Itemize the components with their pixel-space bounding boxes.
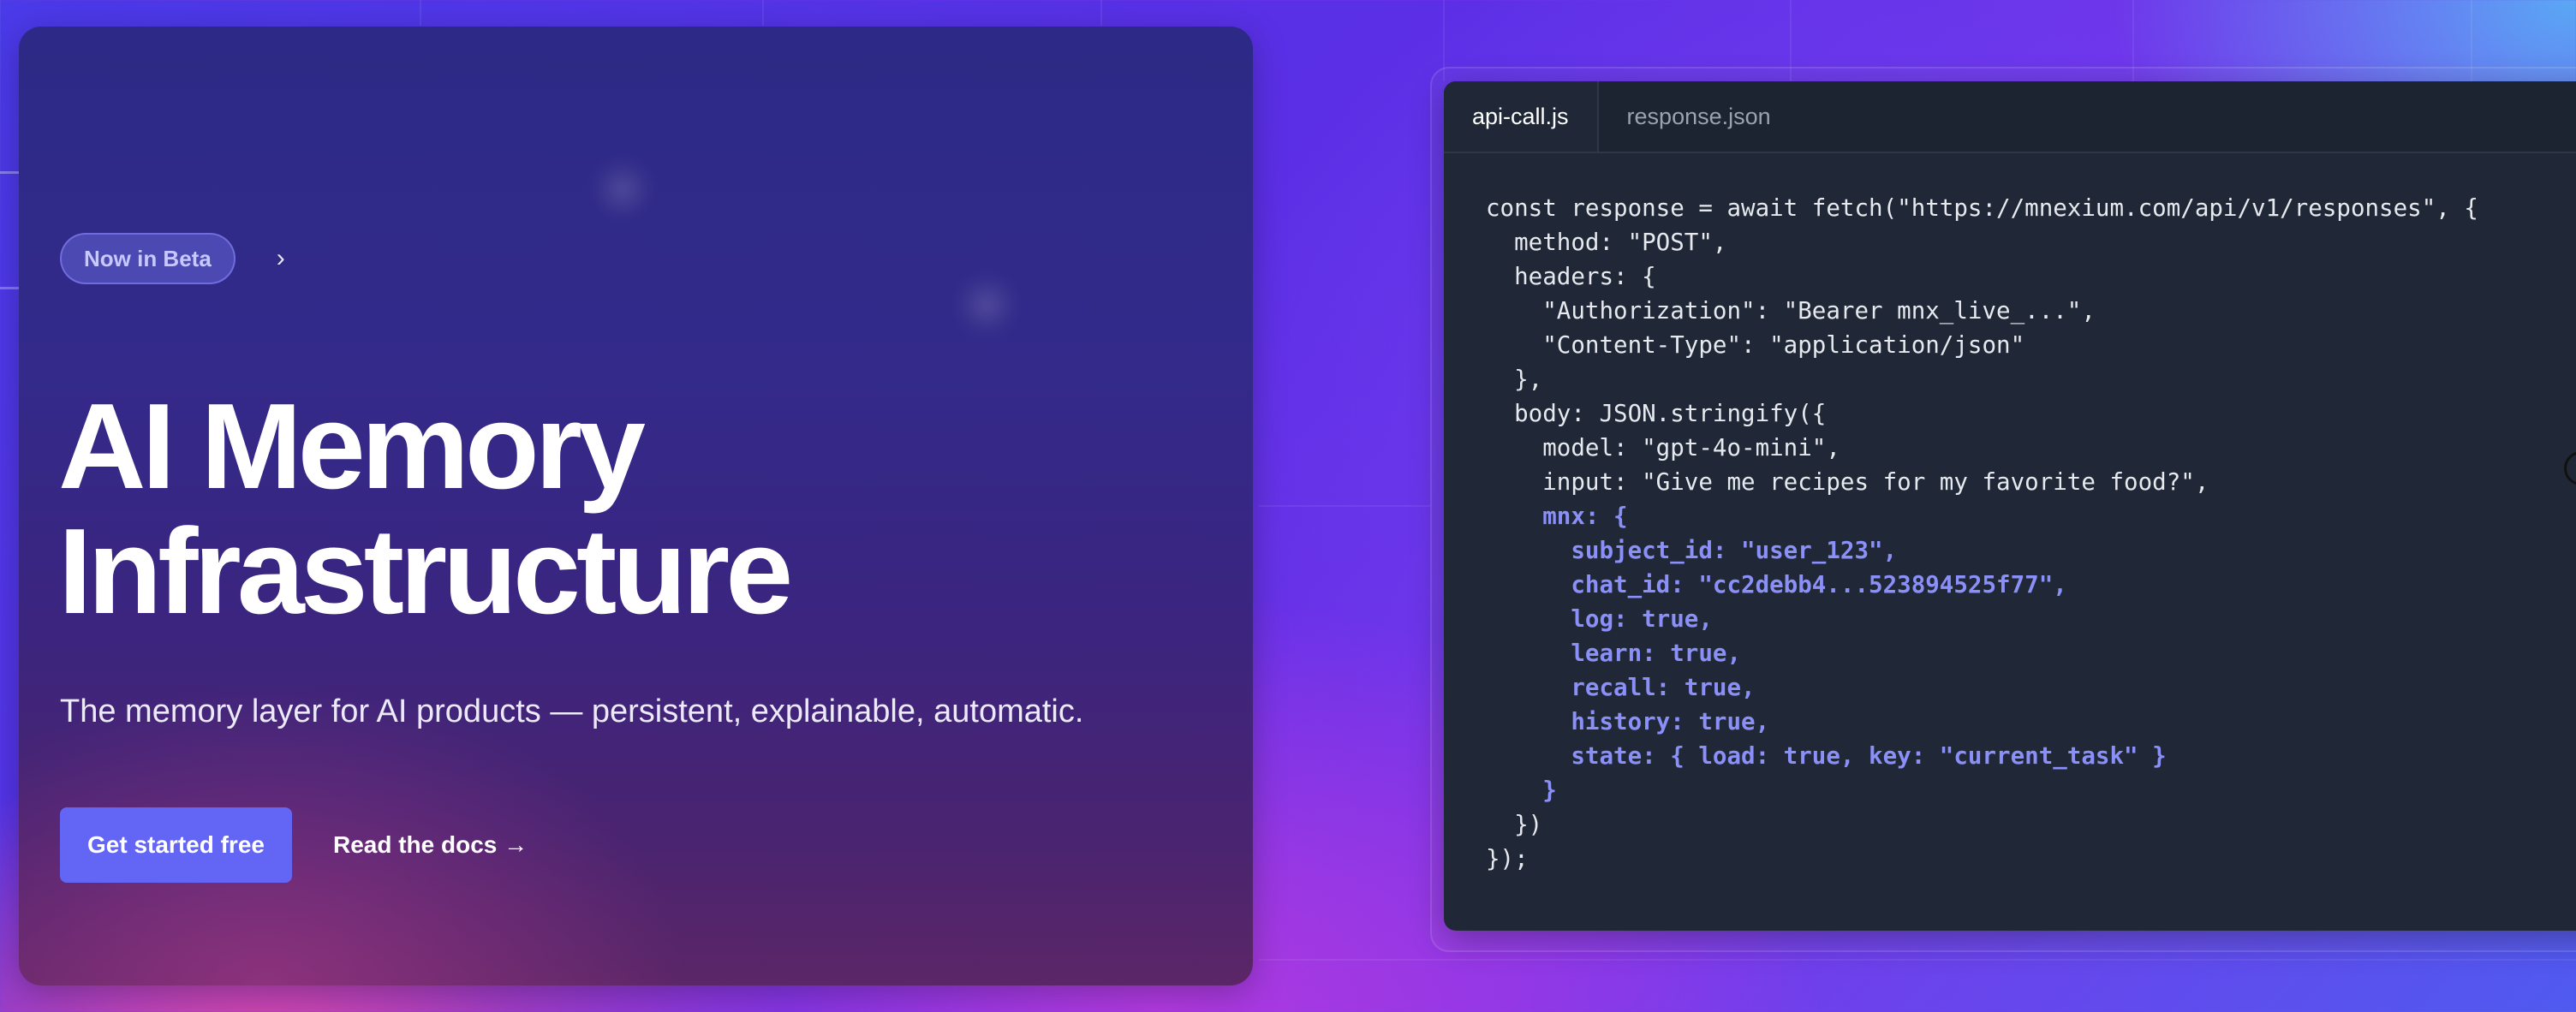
background-grid-line xyxy=(1259,505,1430,507)
hero-subtitle: The memory layer for AI products — persi… xyxy=(60,694,1084,729)
code-line: "Content-Type": "application/json" xyxy=(1486,331,2025,359)
code-line-highlighted: } xyxy=(1486,777,1557,804)
decorative-glow xyxy=(605,172,640,206)
decorative-glow xyxy=(969,288,1004,322)
code-line: }, xyxy=(1486,366,1543,393)
background-grid-line xyxy=(762,0,764,26)
beta-announcement[interactable]: Now in Beta › xyxy=(60,233,285,284)
code-line-highlighted: mnx: { xyxy=(1486,503,1628,530)
code-line-highlighted: state: { load: true, key: "current_task"… xyxy=(1486,742,2167,770)
code-line-highlighted: recall: true, xyxy=(1486,674,1756,701)
background-grid-line xyxy=(420,0,421,26)
headline-line-2: Infrastructure xyxy=(58,503,793,640)
page-title: AI Memory Infrastructure xyxy=(58,378,793,640)
code-line: method: "POST", xyxy=(1486,229,1727,256)
tab-api-call-js[interactable]: api-call.js xyxy=(1444,81,1599,152)
code-line: }) xyxy=(1486,811,1543,838)
code-panel: api-call.js response.json const response… xyxy=(1444,81,2576,931)
background-grid-line xyxy=(0,287,19,289)
code-line: model: "gpt-4o-mini", xyxy=(1486,434,1840,461)
code-line-highlighted: history: true, xyxy=(1486,708,1770,735)
get-started-button[interactable]: Get started free xyxy=(60,807,292,883)
hero-card: Now in Beta › AI Memory Infrastructure T… xyxy=(19,27,1253,985)
code-line: input: "Give me recipes for my favorite … xyxy=(1486,468,2209,496)
read-docs-link[interactable]: Read the docs → xyxy=(333,831,528,859)
beta-badge[interactable]: Now in Beta xyxy=(60,233,236,284)
background-grid-line xyxy=(1100,0,1102,26)
tab-response-json[interactable]: response.json xyxy=(1599,81,1799,152)
code-line: }); xyxy=(1486,845,1529,872)
chevron-right-icon[interactable]: › xyxy=(277,246,285,271)
headline-line-1: AI Memory xyxy=(58,378,646,515)
code-line: body: JSON.stringify({ xyxy=(1486,400,1827,427)
code-line: headers: { xyxy=(1486,263,1656,290)
code-line-highlighted: learn: true, xyxy=(1486,640,1742,667)
code-line: const response = await fetch("https://mn… xyxy=(1486,194,2478,222)
code-line-highlighted: subject_id: "user_123", xyxy=(1486,537,1898,564)
background-grid-line xyxy=(0,171,19,174)
cta-row: Get started free Read the docs → xyxy=(60,807,528,883)
background-grid-line xyxy=(1259,959,2576,961)
code-line-highlighted: chat_id: "cc2debb4...523894525f77", xyxy=(1486,571,2067,598)
code-tabs: api-call.js response.json xyxy=(1444,81,2576,153)
code-line-highlighted: log: true, xyxy=(1486,605,1713,633)
code-block: const response = await fetch("https://mn… xyxy=(1486,191,2478,876)
code-line: "Authorization": "Bearer mnx_live_...", xyxy=(1486,297,2096,324)
